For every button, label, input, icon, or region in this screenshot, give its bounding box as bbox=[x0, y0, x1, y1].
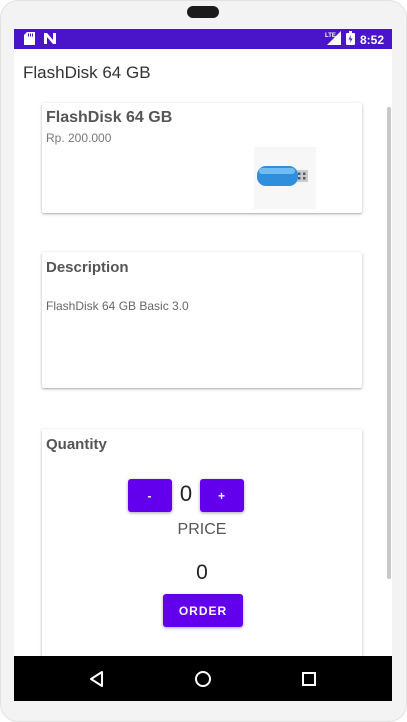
product-image bbox=[254, 147, 316, 209]
battery-icon bbox=[345, 31, 355, 48]
description-card: Description FlashDisk 64 GB Basic 3.0 bbox=[42, 252, 362, 388]
app-title: FlashDisk 64 GB bbox=[23, 63, 151, 82]
home-button[interactable] bbox=[192, 668, 214, 690]
signal-icon: LTE bbox=[325, 31, 341, 48]
usb-flash-drive-icon bbox=[257, 166, 308, 186]
navigation-bar bbox=[14, 656, 392, 701]
nfc-icon bbox=[43, 32, 57, 50]
description-text: FlashDisk 64 GB Basic 3.0 bbox=[46, 299, 189, 313]
increment-button[interactable]: + bbox=[200, 479, 244, 512]
home-icon bbox=[195, 671, 211, 687]
screen: LTE 8:52 FlashDisk 64 GB FlashDisk 64 GB… bbox=[14, 29, 392, 701]
quantity-value: 0 bbox=[179, 481, 193, 506]
quantity-card: Quantity - 0 + PRICE 0 ORDER bbox=[42, 429, 362, 656]
sd-card-icon bbox=[24, 32, 35, 50]
price-value: 0 bbox=[196, 561, 208, 584]
product-card: FlashDisk 64 GB Rp. 200.000 bbox=[42, 103, 362, 213]
scrollbar[interactable] bbox=[387, 107, 391, 579]
price-label: PRICE bbox=[177, 521, 227, 538]
status-bar: LTE 8:52 bbox=[14, 29, 392, 49]
status-left-icons bbox=[24, 32, 57, 50]
recents-button[interactable] bbox=[298, 668, 320, 690]
status-right-icons: LTE 8:52 bbox=[325, 31, 384, 48]
back-icon bbox=[90, 671, 103, 687]
product-name: FlashDisk 64 GB bbox=[46, 109, 173, 126]
speaker-grille bbox=[187, 6, 219, 18]
device-frame: LTE 8:52 FlashDisk 64 GB FlashDisk 64 GB… bbox=[0, 0, 407, 722]
quantity-title: Quantity bbox=[46, 436, 107, 453]
content-scroll[interactable]: FlashDisk 64 GB Rp. 200.000 Description … bbox=[14, 89, 392, 656]
product-price: Rp. 200.000 bbox=[46, 131, 112, 145]
decrement-button[interactable]: - bbox=[128, 479, 172, 512]
order-button[interactable]: ORDER bbox=[163, 594, 243, 627]
recents-icon bbox=[302, 672, 316, 686]
description-title: Description bbox=[46, 259, 129, 276]
back-button[interactable] bbox=[86, 668, 108, 690]
status-time: 8:52 bbox=[359, 32, 384, 47]
svg-text:LTE: LTE bbox=[325, 33, 336, 39]
